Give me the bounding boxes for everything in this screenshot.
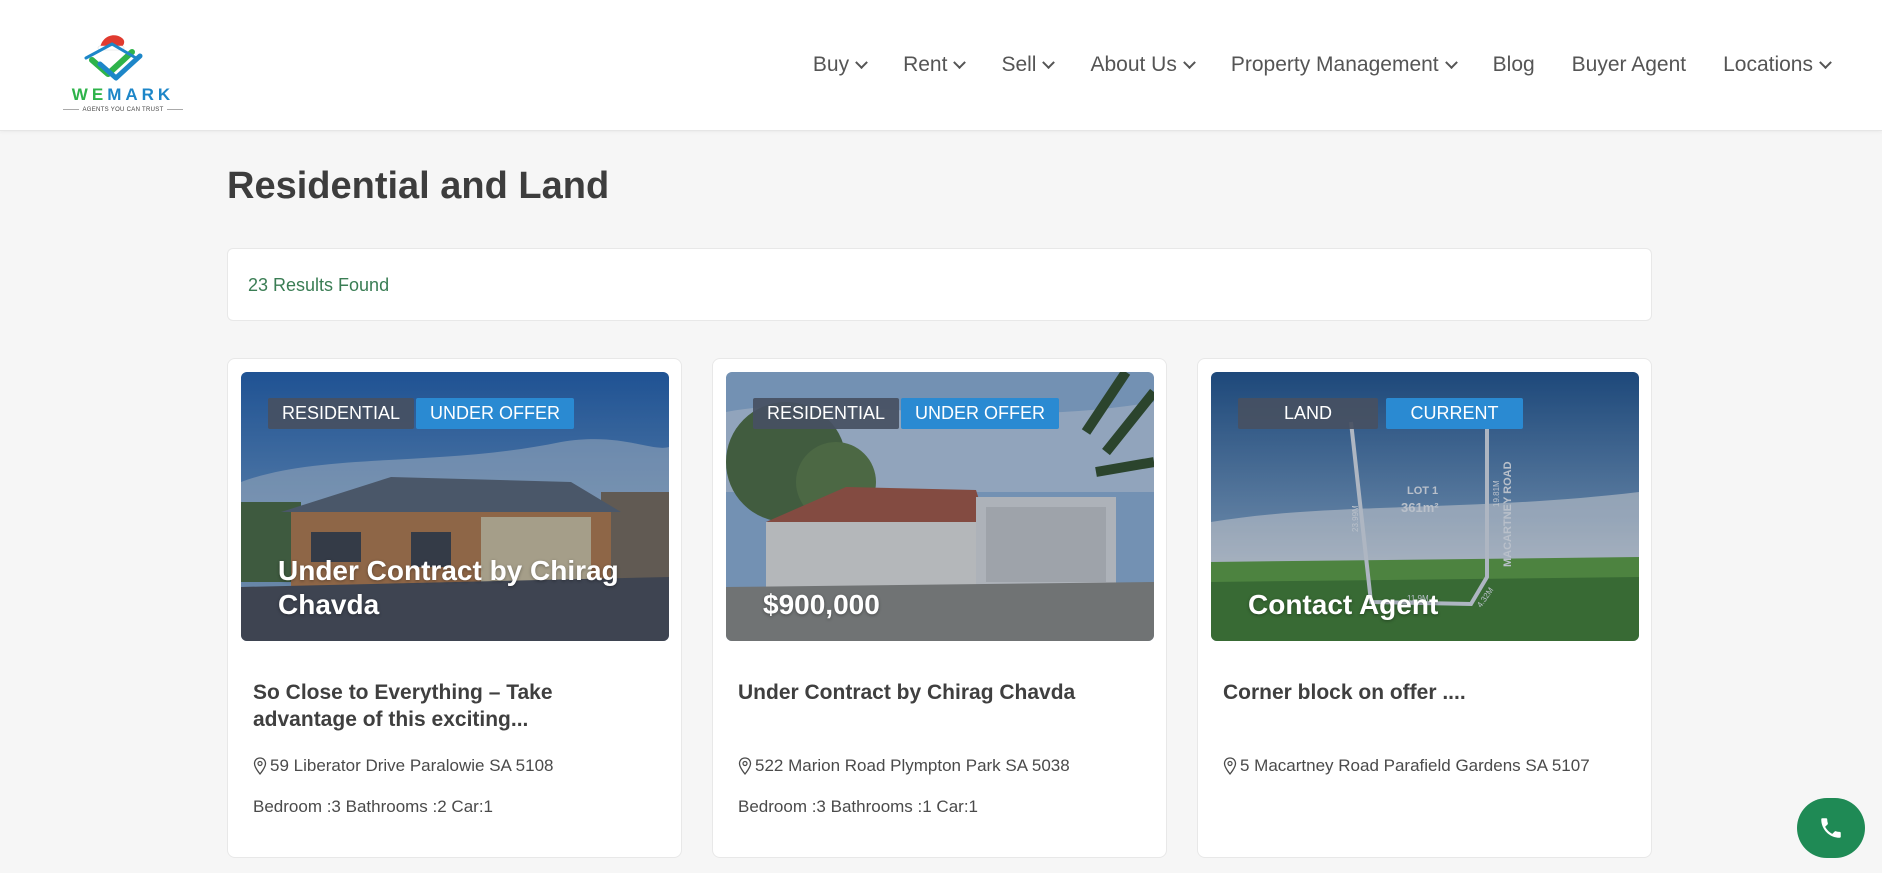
chevron-down-icon — [1444, 55, 1458, 69]
results-count: 23 Results Found — [248, 275, 390, 295]
listing-price: $900,000 — [763, 589, 880, 620]
nav-label: Buy — [812, 53, 850, 76]
map-pin-icon — [1223, 757, 1237, 775]
logo-tagline: AGENTS YOU CAN TRUST — [56, 107, 190, 113]
listing-card[interactable]: RESIDENTIAL UNDER OFFER Under Contract b… — [227, 358, 682, 858]
listing-card[interactable]: RESIDENTIAL UNDER OFFER $900,000 Under C… — [712, 358, 1167, 858]
status-badge: CURRENT — [1386, 398, 1523, 429]
status-badge: UNDER OFFER — [416, 398, 574, 429]
nav-label: Locations — [1723, 53, 1813, 76]
nav-rent[interactable]: Rent — [903, 50, 967, 80]
map-pin-icon — [738, 757, 752, 775]
chevron-down-icon — [1819, 55, 1832, 69]
nav-about-us[interactable]: About Us — [1090, 50, 1196, 80]
status-badge: UNDER OFFER — [901, 398, 1059, 429]
listing-title[interactable]: Under Contract by Chirag Chavda — [738, 679, 1143, 706]
property-type-badge: RESIDENTIAL — [268, 398, 415, 429]
address-text: 522 Marion Road Plympton Park SA 5038 — [755, 756, 1070, 775]
nav-property-management[interactable]: Property Management — [1230, 50, 1458, 80]
map-pin-icon — [253, 757, 267, 775]
nav-label: Property Management — [1230, 53, 1439, 76]
listing-price: Contact Agent — [1248, 589, 1439, 620]
nav-locations[interactable]: Locations — [1723, 50, 1832, 80]
nav-label: Sell — [1001, 53, 1037, 76]
nav-blog[interactable]: Blog — [1493, 50, 1535, 80]
chevron-down-icon — [953, 55, 967, 69]
chevron-down-icon — [855, 55, 868, 69]
chevron-down-icon — [1182, 55, 1196, 69]
listing-address: 5 Macartney Road Parafield Gardens SA 51… — [1223, 756, 1590, 776]
phone-icon — [1821, 818, 1841, 838]
results-summary: 23 Results Found — [227, 248, 1652, 321]
listing-card[interactable]: LOT 1 361m² MACARTNEY ROAD 23.99M 19.81M… — [1197, 358, 1652, 858]
call-button[interactable] — [1797, 798, 1865, 858]
wemark-logo[interactable]: WEMARK AGENTS YOU CAN TRUST — [56, 30, 190, 116]
listing-title[interactable]: Corner block on offer .... — [1223, 679, 1628, 706]
listing-price: Under Contract by Chirag Chavda — [278, 555, 619, 620]
listing-address: 59 Liberator Drive Paralowie SA 5108 — [253, 756, 554, 776]
page-title: Residential and Land — [227, 165, 610, 207]
property-type-badge: RESIDENTIAL — [753, 398, 900, 429]
listing-address: 522 Marion Road Plympton Park SA 5038 — [738, 756, 1070, 776]
nav-label: Blog — [1492, 53, 1535, 76]
nav-sell[interactable]: Sell — [1001, 50, 1056, 80]
nav-label: Buyer Agent — [1571, 53, 1687, 76]
listing-features: Bedroom :3 Bathrooms :1 Car:1 — [738, 797, 979, 816]
listing-photo[interactable]: LOT 1 361m² MACARTNEY ROAD 23.99M 19.81M… — [1211, 372, 1639, 641]
logo-wordmark: WEMARK — [71, 85, 175, 104]
listing-photo[interactable]: RESIDENTIAL UNDER OFFER $900,000 — [726, 372, 1154, 641]
listing-features: Bedroom :3 Bathrooms :2 Car:1 — [253, 797, 494, 816]
listing-photo[interactable]: RESIDENTIAL UNDER OFFER Under Contract b… — [241, 372, 669, 641]
nav-buy[interactable]: Buy — [812, 50, 868, 80]
nav-label: Rent — [903, 53, 948, 76]
chevron-down-icon — [1042, 55, 1056, 69]
address-text: 5 Macartney Road Parafield Gardens SA 51… — [1240, 756, 1590, 775]
logo-mark-icon — [84, 35, 143, 81]
main-nav: Buy Rent Sell About Us Property Manageme… — [776, 50, 1832, 80]
address-text: 59 Liberator Drive Paralowie SA 5108 — [270, 756, 554, 775]
property-type-badge: LAND — [1238, 398, 1378, 429]
nav-label: About Us — [1090, 53, 1177, 76]
listing-title[interactable]: So Close to Everything – Take advantage … — [253, 679, 658, 733]
site-header: WEMARK AGENTS YOU CAN TRUST Buy Rent Sel… — [0, 0, 1882, 131]
nav-buyer-agent[interactable]: Buyer Agent — [1572, 50, 1686, 80]
